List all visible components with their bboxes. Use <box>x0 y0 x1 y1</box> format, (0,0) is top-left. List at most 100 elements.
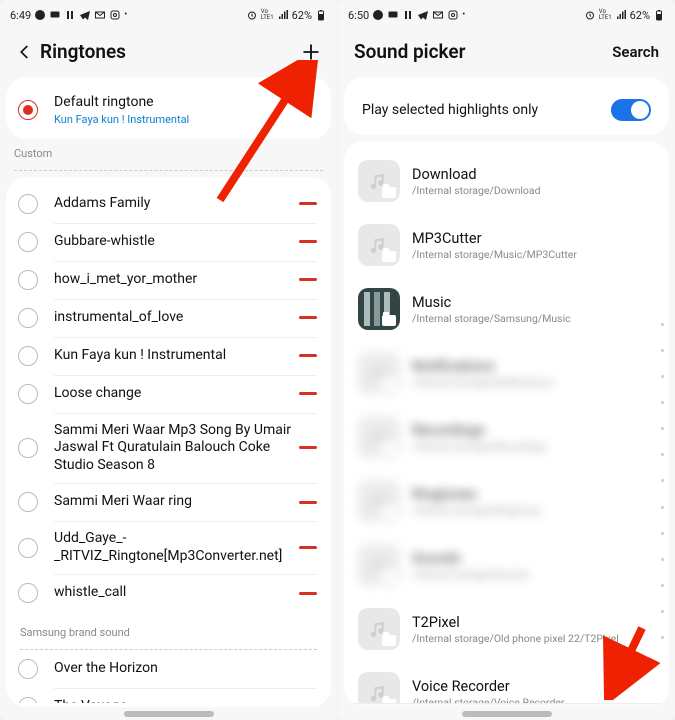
ringtone-item[interactable]: instrumental_of_love <box>6 299 331 337</box>
alarm-icon <box>584 9 596 21</box>
radio-icon[interactable] <box>18 438 38 458</box>
radio-icon[interactable] <box>18 346 38 366</box>
ringtone-sub: Kun Faya kun ! Instrumental <box>54 113 317 126</box>
default-card: Default ringtone Kun Faya kun ! Instrume… <box>6 77 331 139</box>
signal-icon <box>615 9 627 21</box>
ringtone-item[interactable]: The Voyage <box>6 688 331 703</box>
nav-handle[interactable] <box>462 711 552 717</box>
ringtone-item[interactable]: Gubbare-whistle <box>6 223 331 261</box>
nav-handle[interactable] <box>124 711 214 717</box>
signal-icon <box>277 9 289 21</box>
radio-icon[interactable] <box>18 538 38 558</box>
ringtone-item[interactable]: Sammi Meri Waar ring <box>6 483 331 521</box>
radio-icon[interactable] <box>18 194 38 214</box>
radio-icon[interactable] <box>18 384 38 404</box>
ringtone-item[interactable]: whistle_call <box>6 574 331 612</box>
telegram-icon <box>79 9 91 21</box>
folder-item[interactable]: Music /Internal storage/Samsung/Music <box>344 277 669 341</box>
ringtone-title: whistle_call <box>54 584 291 602</box>
battery-pct: 62% <box>630 9 650 22</box>
remove-icon[interactable] <box>299 316 317 319</box>
folder-item[interactable]: Notifications /Internal storage/Notifica… <box>344 341 669 405</box>
status-time: 6:50 <box>348 9 369 22</box>
radio-icon[interactable] <box>18 583 38 603</box>
custom-list[interactable]: Addams Family Gubbare-whistle how_i_met_… <box>6 185 331 704</box>
folder-item[interactable]: Download /Internal storage/Download <box>344 149 669 213</box>
ringtone-title: Sammi Meri Waar ring <box>54 493 291 511</box>
status-time: 6:49 <box>10 9 31 22</box>
ringtone-item[interactable]: Loose change <box>6 375 331 413</box>
ringtone-item[interactable]: Addams Family <box>6 185 331 223</box>
folder-path: /Internal storage/Voice Recorder <box>412 696 655 704</box>
remove-icon[interactable] <box>299 446 317 449</box>
gmail-icon <box>432 9 444 21</box>
folder-item[interactable]: T2Pixel /Internal storage/Old phone pixe… <box>344 597 669 661</box>
folder-icon <box>358 480 400 522</box>
custom-card: Addams Family Gubbare-whistle how_i_met_… <box>6 177 331 708</box>
more-icon: • <box>462 10 465 20</box>
ringtone-item[interactable]: Over the Horizon <box>6 650 331 688</box>
ringtone-item[interactable]: Kun Faya kun ! Instrumental <box>6 337 331 375</box>
screen-ringtones: 6:49 • VoLTE1 <box>0 0 337 720</box>
ringtone-title: instrumental_of_love <box>54 309 291 327</box>
instagram-icon <box>109 9 121 21</box>
folder-title: Sounds <box>412 550 655 567</box>
radio-selected-icon[interactable] <box>18 100 38 120</box>
radio-icon[interactable] <box>18 232 38 252</box>
radio-icon[interactable] <box>18 308 38 328</box>
ringtone-title: The Voyage <box>54 698 317 703</box>
remove-icon[interactable] <box>299 202 317 205</box>
back-icon[interactable] <box>16 43 34 61</box>
index-scroll[interactable] <box>658 311 666 651</box>
folder-item[interactable]: Recordings /Internal storage/Recordings <box>344 405 669 469</box>
folder-path: /Internal storage/Samsung/Music <box>412 312 655 325</box>
folder-icon <box>358 224 400 266</box>
battery-icon <box>315 9 327 21</box>
folder-item[interactable]: Ringtones /Internal storage/Ringtones <box>344 469 669 533</box>
header: Sound picker Search <box>338 30 675 71</box>
volte-icon: VoLTE1 <box>261 9 274 21</box>
remove-icon[interactable] <box>299 278 317 281</box>
remove-icon[interactable] <box>299 392 317 395</box>
folder-item[interactable]: Sounds /Internal storage/Sounds <box>344 533 669 597</box>
folder-icon <box>358 288 400 330</box>
whatsapp-icon <box>34 9 46 21</box>
remove-icon[interactable] <box>299 546 317 549</box>
radio-icon[interactable] <box>18 659 38 679</box>
ringtone-title: Default ringtone <box>54 94 317 112</box>
pause-icon <box>64 9 76 21</box>
folder-icon <box>358 416 400 458</box>
remove-icon[interactable] <box>299 240 317 243</box>
remove-icon[interactable] <box>299 501 317 504</box>
play-highlights-row[interactable]: Play selected highlights only <box>344 85 669 131</box>
remove-icon[interactable] <box>299 592 317 595</box>
folder-item[interactable]: MP3Cutter /Internal storage/Music/MP3Cut… <box>344 213 669 277</box>
ringtone-item[interactable]: how_i_met_yor_mother <box>6 261 331 299</box>
folder-title: Ringtones <box>412 486 655 503</box>
folder-path: /Internal storage/Notifications <box>412 376 655 389</box>
ringtone-title: Addams Family <box>54 195 291 213</box>
folder-title: Music <box>412 294 655 311</box>
folder-list[interactable]: Download /Internal storage/Download MP3C… <box>344 149 669 703</box>
divider <box>14 170 323 171</box>
folder-title: MP3Cutter <box>412 230 655 247</box>
page-title: Sound picker <box>354 40 612 63</box>
add-icon[interactable] <box>301 42 321 62</box>
telegram-icon <box>417 9 429 21</box>
search-button[interactable]: Search <box>612 43 659 61</box>
ringtone-item[interactable]: Udd_Gaye_-_RITVIZ_Ringtone[Mp3Converter.… <box>6 521 331 574</box>
radio-icon[interactable] <box>18 492 38 512</box>
option-label: Play selected highlights only <box>362 102 538 118</box>
ringtone-item[interactable]: Sammi Meri Waar Mp3 Song By Umair Jaswal… <box>6 413 331 484</box>
folder-item[interactable]: Voice Recorder /Internal storage/Voice R… <box>344 661 669 703</box>
remove-icon[interactable] <box>299 354 317 357</box>
ringtone-title: Sammi Meri Waar Mp3 Song By Umair Jaswal… <box>54 422 291 475</box>
radio-icon[interactable] <box>18 697 38 703</box>
ringtone-title: how_i_met_yor_mother <box>54 271 291 289</box>
radio-icon[interactable] <box>18 270 38 290</box>
ringtone-default[interactable]: Default ringtone Kun Faya kun ! Instrume… <box>6 85 331 135</box>
toggle-on[interactable] <box>611 99 651 121</box>
folder-icon <box>358 672 400 703</box>
instagram-icon <box>447 9 459 21</box>
message-icon <box>49 9 61 21</box>
